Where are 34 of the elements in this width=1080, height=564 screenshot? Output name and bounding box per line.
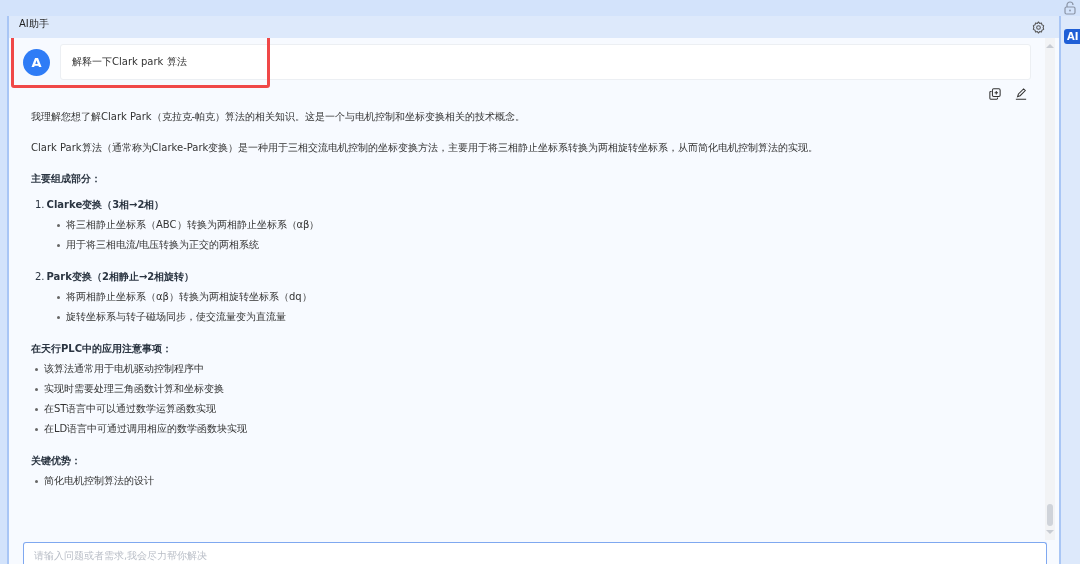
settings-icon[interactable] [1032, 20, 1045, 34]
list-item: 实现时需要处理三角函数计算和坐标变换 [44, 382, 224, 396]
user-avatar: A [23, 48, 50, 76]
edit-icon[interactable] [1015, 88, 1027, 100]
bullet-icon [35, 407, 38, 411]
section-heading: 主要组成部分： [31, 172, 102, 186]
list-item: 旋转坐标系与转子磁场同步，使交流量变为直流量 [66, 310, 286, 324]
bullet-icon [35, 427, 38, 431]
list-item: 将三相静止坐标系（ABC）转换为两相静止坐标系（αβ） [66, 218, 320, 232]
bullet-icon [57, 223, 60, 227]
user-message: 解释一下Clark park 算法 [60, 44, 1031, 80]
section-heading: 关键优势： [31, 454, 82, 468]
bullet-icon [57, 243, 60, 247]
bullet-icon [35, 367, 38, 371]
list-number: 2. [35, 270, 45, 284]
panel-title: AI助手 [19, 18, 49, 30]
list-number: 1. [35, 198, 45, 212]
copy-icon[interactable] [989, 88, 1001, 100]
list-item: 简化电机控制算法的设计 [44, 474, 154, 488]
list-item: 将两相静止坐标系（αβ）转换为两相旋转坐标系（dq） [66, 290, 312, 304]
list-item: 在LD语言中可通过调用相应的数学函数块实现 [44, 422, 248, 436]
list-item-title: Clarke变换（3相→2相） [46, 198, 165, 212]
ai-tab[interactable]: AI [1064, 29, 1080, 44]
answer-paragraph: 我理解您想了解Clark Park（克拉克-帕克）算法的相关知识。这是一个与电机控制和坐标变换相关的技术概念。 [31, 110, 527, 124]
bullet-icon [57, 315, 60, 319]
answer-paragraph: Clark Park算法（通常称为Clarke-Park变换）是一种用于三相交流电机控制的坐标变换方法，主要用于将三相静止坐标系转换为两相旋转坐标系，从而简化电机控制算法的实现。 [31, 141, 820, 155]
bullet-icon [57, 295, 60, 299]
list-item: 在ST语言中可以通过数学运算函数实现 [44, 402, 217, 416]
section-heading: 在天行PLC中的应用注意事项： [31, 342, 174, 356]
bullet-icon [35, 387, 38, 391]
list-item: 用于将三相电流/电压转换为正交的两相系统 [66, 238, 260, 252]
list-item-title: Park变换（2相静止→2相旋转） [46, 270, 195, 284]
list-item: 该算法通常用于电机驱动控制程序中 [44, 362, 204, 376]
bullet-icon [35, 479, 38, 483]
